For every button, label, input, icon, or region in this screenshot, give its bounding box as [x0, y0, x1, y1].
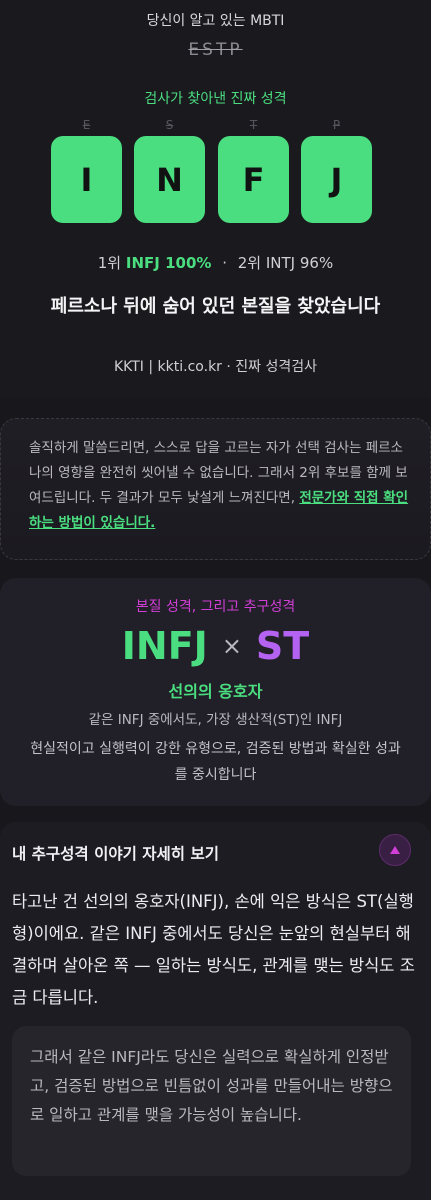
collapse-toggle-button[interactable] — [379, 834, 411, 866]
combo-subtitle: 같은 INFJ 중에서도, 가장 생산적(ST)인 INFJ — [88, 712, 343, 728]
rank-second: 2위 INTJ 96% — [237, 254, 334, 272]
known-mbti-value: ESTP — [188, 40, 243, 60]
struck-letter: S — [165, 118, 174, 132]
story-body: 타고난 건 선의의 옹호자(INFJ), 손에 익은 방식은 ST(실행형)이에… — [12, 892, 415, 1007]
type-letter-tile: I — [51, 136, 122, 223]
pursuit-type: ST — [255, 624, 310, 668]
story-title[interactable]: 내 추구성격 이야기 자세히 보기 — [12, 842, 219, 864]
result-headline: 페르소나 뒤에 숨어 있던 본질을 찾았습니다 — [50, 296, 381, 317]
known-mbti-label: 당신이 알고 있는 MBTI — [146, 13, 285, 29]
combo-label: 본질 성격, 그리고 추구성격 — [135, 599, 296, 615]
real-personality-label: 검사가 찾아낸 진짜 성격 — [144, 91, 287, 107]
type-nickname: 선의의 옹호자 — [168, 682, 263, 701]
pursuit-story-section: 내 추구성격 이야기 자세히 보기 타고난 건 선의의 옹호자(INFJ), 손… — [0, 822, 431, 1200]
result-hero: 당신이 알고 있는 MBTI ESTP 검사가 찾아낸 진짜 성격 E S T … — [0, 0, 431, 398]
combo-description: 현실적이고 실행력이 강한 유형으로, 검증된 방법과 확실한 성과를 중시합니… — [30, 741, 401, 783]
brand-line: KKTI | kkti.co.kr · 진짜 성격검사 — [113, 359, 318, 375]
type-letter-tile: N — [134, 136, 205, 223]
combo-types: INFJ × ST — [0, 622, 431, 670]
type-combo-card: 본질 성격, 그리고 추구성격 INFJ × ST 선의의 옹호자 같은 INFJ … — [0, 578, 431, 806]
struck-letter: E — [82, 118, 91, 132]
struck-letters: E S T P — [51, 118, 372, 132]
result-type-tiles: I N F J — [51, 136, 372, 223]
rank-line: 1위 INFJ 100% · 2위 INTJ 96% — [0, 252, 431, 273]
core-type: INFJ — [121, 624, 208, 668]
honesty-notice: 솔직하게 말씀드리면, 스스로 답을 고르는 자가 선택 검사는 페르소나의 영… — [0, 418, 431, 560]
chevron-up-icon — [390, 846, 400, 854]
times-symbol: × — [221, 632, 242, 660]
type-letter-tile: J — [301, 136, 372, 223]
rank-first-value: INFJ 100% — [125, 254, 212, 272]
story-quote: 그래서 같은 INFJ라도 당신은 실력으로 확실하게 인정받고, 검증된 방법… — [12, 1026, 411, 1176]
struck-letter: T — [249, 118, 258, 132]
rank-first-prefix: 1위 — [97, 254, 122, 272]
rank-separator: · — [222, 254, 227, 272]
struck-letter: P — [332, 118, 341, 132]
type-letter-tile: F — [218, 136, 289, 223]
